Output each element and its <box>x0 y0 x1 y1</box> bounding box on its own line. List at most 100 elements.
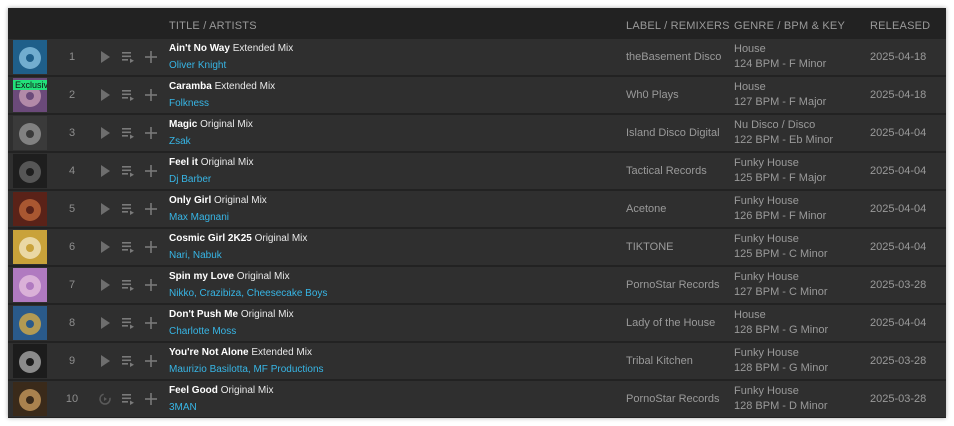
track-row[interactable]: Exclusive 2 Caramba Extended Mix Folkness Wh… <box>8 77 946 113</box>
track-artwork[interactable] <box>13 192 47 226</box>
track-title[interactable]: Don't Push Me Original Mix <box>169 309 294 320</box>
track-label[interactable]: Wh0 Plays <box>626 89 679 101</box>
add-to-queue-icon[interactable] <box>120 87 136 103</box>
track-row[interactable]: 8 Don't Push Me Original Mix Charlotte Mos… <box>8 305 946 341</box>
track-artwork[interactable] <box>13 40 47 74</box>
track-genre[interactable]: House <box>734 309 766 321</box>
track-title[interactable]: Caramba Extended Mix <box>169 81 275 92</box>
track-artists[interactable]: Dj Barber <box>169 174 211 185</box>
track-row[interactable]: 6 Cosmic Girl 2K25 Original Mix Nari, Nabu… <box>8 229 946 265</box>
track-label[interactable]: TIKTONE <box>626 241 673 253</box>
add-to-queue-icon[interactable] <box>120 49 136 65</box>
track-genre[interactable]: Funky House <box>734 157 799 169</box>
track-bpm-key: 124 BPM - F Minor <box>734 58 827 70</box>
track-title[interactable]: Ain't No Way Extended Mix <box>169 43 293 54</box>
play-icon[interactable] <box>97 239 113 255</box>
column-header-title[interactable]: TITLE / ARTISTS <box>169 20 257 32</box>
track-row[interactable]: 9 You're Not Alone Extended Mix Maurizio B… <box>8 343 946 379</box>
track-artwork[interactable]: Exclusive <box>13 78 47 112</box>
track-title[interactable]: You're Not Alone Extended Mix <box>169 347 312 358</box>
play-icon[interactable] <box>97 163 113 179</box>
plus-icon[interactable] <box>143 277 159 293</box>
track-title[interactable]: Only Girl Original Mix <box>169 195 267 206</box>
track-artists[interactable]: Charlotte Moss <box>169 326 236 337</box>
track-row[interactable]: 5 Only Girl Original Mix Max Magnani Aceton… <box>8 191 946 227</box>
plus-icon[interactable] <box>143 353 159 369</box>
track-artists[interactable]: Nikko, Crazibiza, Cheesecake Boys <box>169 288 327 299</box>
track-artists[interactable]: 3MAN <box>169 402 197 413</box>
track-artwork[interactable] <box>13 306 47 340</box>
track-title[interactable]: Cosmic Girl 2K25 Original Mix <box>169 233 307 244</box>
plus-icon[interactable] <box>143 49 159 65</box>
track-artists[interactable]: Folkness <box>169 98 209 109</box>
track-label[interactable]: theBasement Disco <box>626 51 721 63</box>
loading-icon[interactable] <box>97 391 113 407</box>
add-to-queue-icon[interactable] <box>120 201 136 217</box>
plus-icon[interactable] <box>143 391 159 407</box>
track-row[interactable]: 10 Feel Good Original Mix 3MAN PornoStar Re… <box>8 381 946 417</box>
track-genre[interactable]: Funky House <box>734 195 799 207</box>
add-to-queue-icon[interactable] <box>120 277 136 293</box>
track-artists[interactable]: Max Magnani <box>169 212 229 223</box>
track-label[interactable]: PornoStar Records <box>626 393 720 405</box>
track-label[interactable]: PornoStar Records <box>626 279 720 291</box>
track-artwork[interactable] <box>13 116 47 150</box>
plus-icon[interactable] <box>143 239 159 255</box>
play-icon[interactable] <box>97 201 113 217</box>
track-artists[interactable]: Zsak <box>169 136 191 147</box>
track-genre[interactable]: House <box>734 43 766 55</box>
track-row[interactable]: 3 Magic Original Mix Zsak Island Disco Digi… <box>8 115 946 151</box>
track-row[interactable]: 1 Ain't No Way Extended Mix Oliver Knight t… <box>8 39 946 75</box>
track-release-date: 2025-04-04 <box>870 127 927 139</box>
track-label[interactable]: Tactical Records <box>626 165 707 177</box>
track-title[interactable]: Spin my Love Original Mix <box>169 271 290 282</box>
add-to-queue-icon[interactable] <box>120 391 136 407</box>
track-genre[interactable]: Funky House <box>734 271 799 283</box>
track-label[interactable]: Lady of the House <box>626 317 715 329</box>
track-genre[interactable]: Funky House <box>734 347 799 359</box>
track-artwork[interactable] <box>13 230 47 264</box>
track-artists[interactable]: Nari, Nabuk <box>169 250 222 261</box>
track-artwork[interactable] <box>13 268 47 302</box>
add-to-queue-icon[interactable] <box>120 125 136 141</box>
track-artwork[interactable] <box>13 344 47 378</box>
plus-icon[interactable] <box>143 315 159 331</box>
track-artists[interactable]: Maurizio Basilotta, MF Productions <box>169 364 324 375</box>
track-artwork[interactable] <box>13 154 47 188</box>
play-icon[interactable] <box>97 87 113 103</box>
track-label[interactable]: Island Disco Digital <box>626 127 720 139</box>
play-icon[interactable] <box>97 277 113 293</box>
track-bpm-key: 125 BPM - F Major <box>734 172 827 184</box>
play-icon[interactable] <box>97 315 113 331</box>
track-label[interactable]: Tribal Kitchen <box>626 355 693 367</box>
play-icon[interactable] <box>97 125 113 141</box>
track-title[interactable]: Magic Original Mix <box>169 119 253 130</box>
track-genre[interactable]: Funky House <box>734 233 799 245</box>
track-bpm-key: 125 BPM - C Minor <box>734 248 828 260</box>
track-row[interactable]: 7 Spin my Love Original Mix Nikko, Crazibi… <box>8 267 946 303</box>
plus-icon[interactable] <box>143 87 159 103</box>
add-to-queue-icon[interactable] <box>120 315 136 331</box>
track-genre[interactable]: House <box>734 81 766 93</box>
plus-icon[interactable] <box>143 201 159 217</box>
track-row[interactable]: 4 Feel it Original Mix Dj Barber Tactical R… <box>8 153 946 189</box>
track-genre[interactable]: Nu Disco / Disco <box>734 119 815 131</box>
play-icon[interactable] <box>97 49 113 65</box>
track-list-panel: TITLE / ARTISTS LABEL / REMIXERS GENRE /… <box>8 8 946 418</box>
track-artwork[interactable] <box>13 382 47 416</box>
track-number: 9 <box>68 355 76 367</box>
add-to-queue-icon[interactable] <box>120 239 136 255</box>
add-to-queue-icon[interactable] <box>120 163 136 179</box>
track-artists[interactable]: Oliver Knight <box>169 60 226 71</box>
column-header-released[interactable]: RELEASED <box>870 20 930 32</box>
track-title[interactable]: Feel Good Original Mix <box>169 385 273 396</box>
column-header-genre[interactable]: GENRE / BPM & KEY <box>734 20 845 32</box>
add-to-queue-icon[interactable] <box>120 353 136 369</box>
track-title[interactable]: Feel it Original Mix <box>169 157 253 168</box>
plus-icon[interactable] <box>143 163 159 179</box>
column-header-label[interactable]: LABEL / REMIXERS <box>626 20 730 32</box>
plus-icon[interactable] <box>143 125 159 141</box>
track-genre[interactable]: Funky House <box>734 385 799 397</box>
track-label[interactable]: Acetone <box>626 203 666 215</box>
play-icon[interactable] <box>97 353 113 369</box>
